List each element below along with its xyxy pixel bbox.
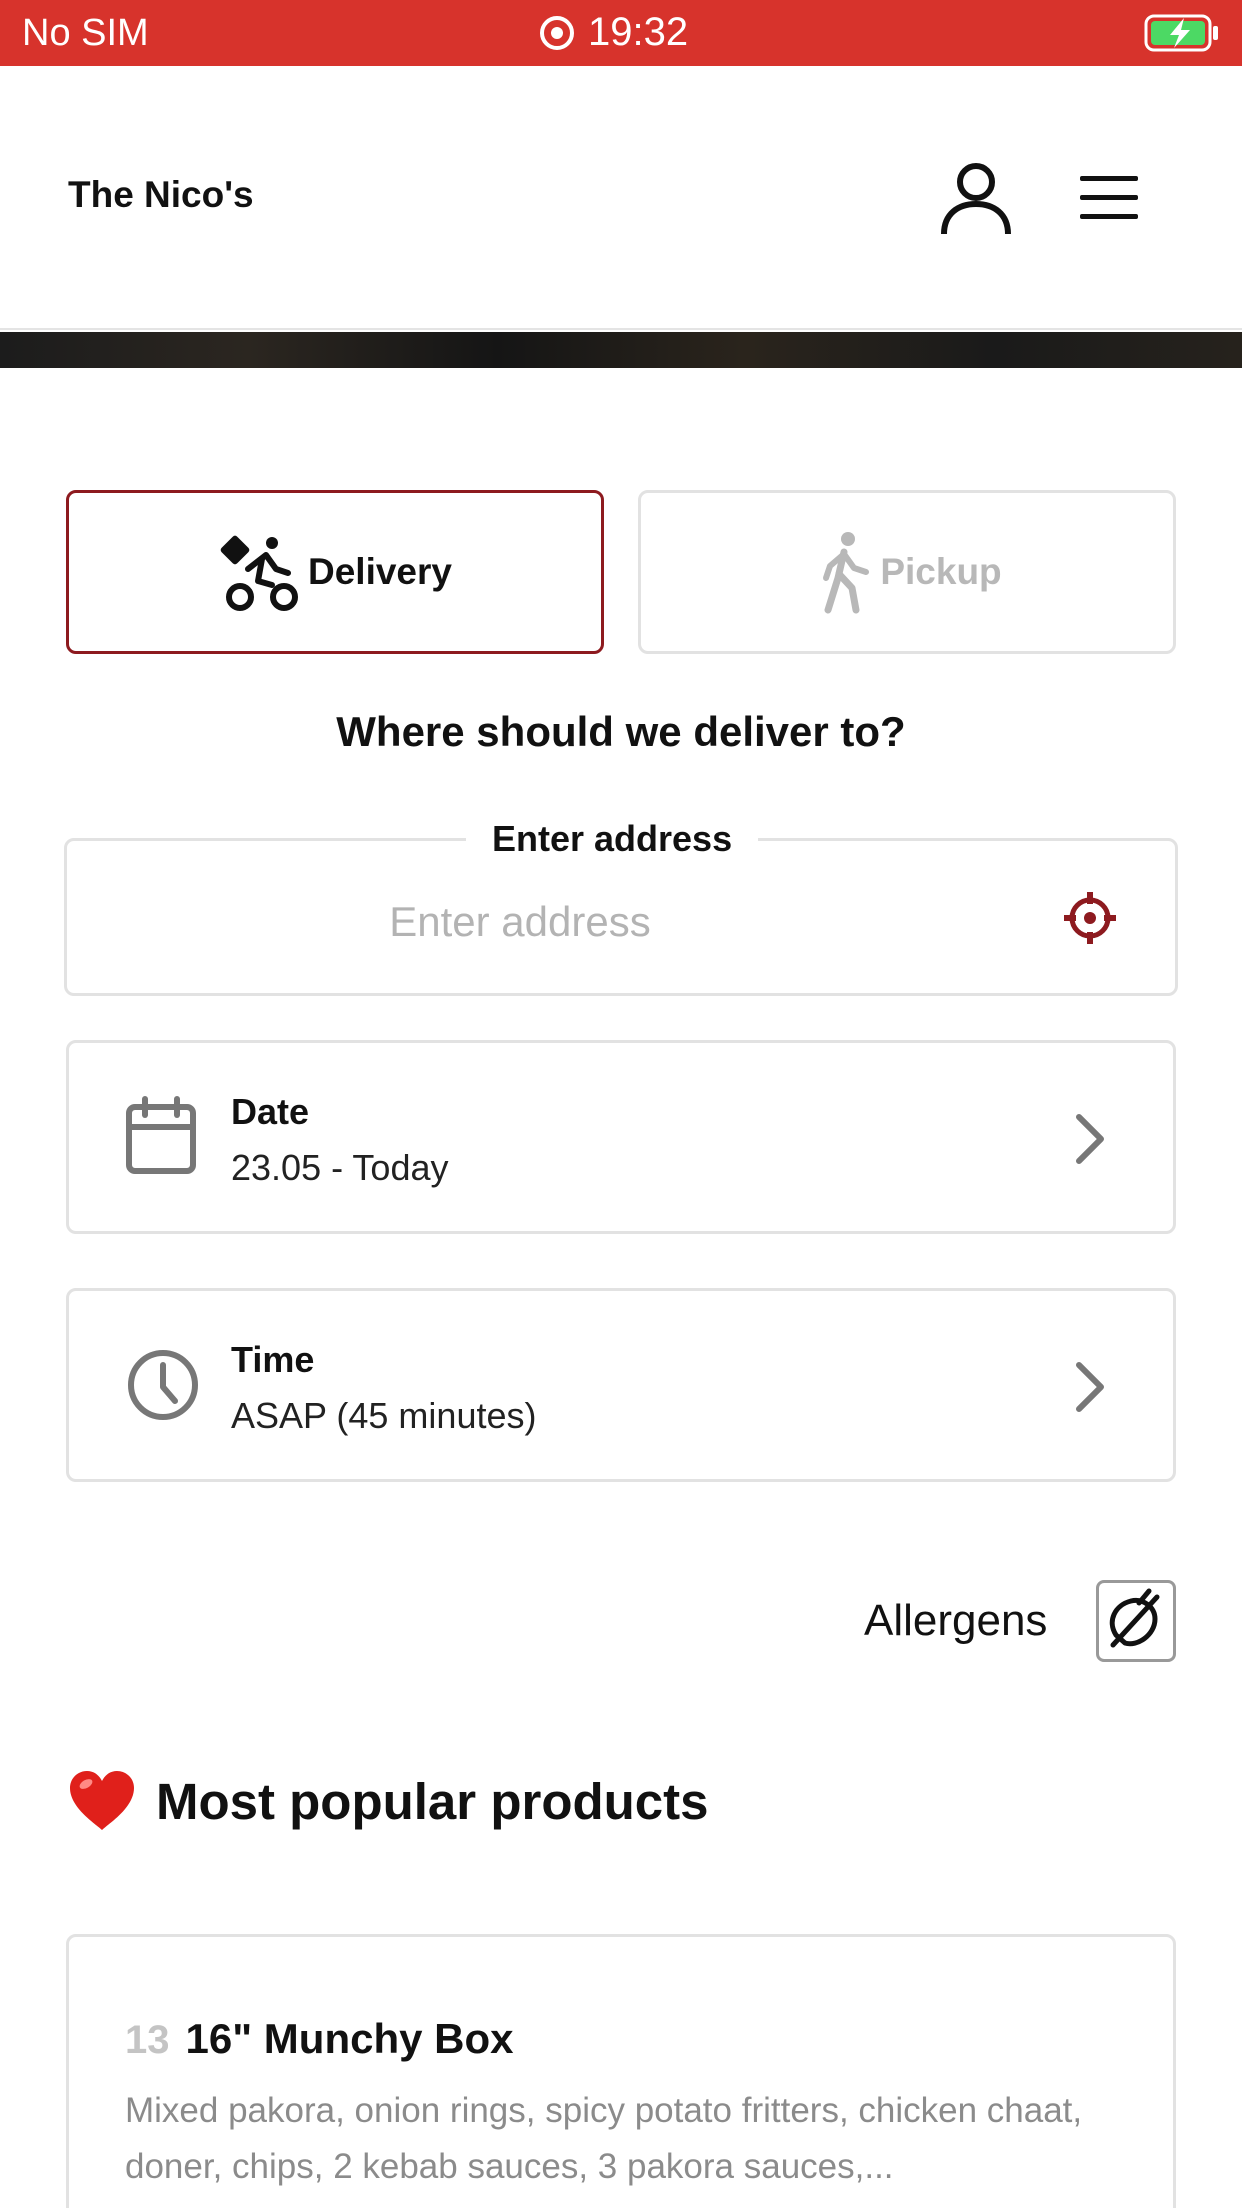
status-time: 19:32 xyxy=(588,10,689,54)
bicycle-courier-icon xyxy=(220,535,298,611)
time-value: ASAP (45 minutes) xyxy=(231,1395,537,1436)
allergen-nut-icon xyxy=(1109,1588,1160,1648)
product-number: 13 xyxy=(125,2018,170,2062)
time-selector[interactable]: Time ASAP (45 minutes) xyxy=(66,1288,1176,1482)
pickup-button[interactable]: Pickup xyxy=(638,490,1176,654)
carrier-label: No SIM xyxy=(22,12,149,54)
chevron-right-icon xyxy=(1076,1114,1104,1164)
delivery-question: Where should we deliver to? xyxy=(336,708,906,755)
popular-heading: Most popular products xyxy=(66,1768,708,1834)
walking-person-icon xyxy=(823,532,870,614)
hamburger-menu-icon[interactable] xyxy=(1074,172,1144,224)
allergens-button[interactable] xyxy=(1096,1580,1176,1662)
pickup-label: Pickup xyxy=(880,551,1002,592)
battery-charging-icon xyxy=(1144,14,1218,52)
product-card[interactable]: 13 16" Munchy Box Mixed pakora, onion ri… xyxy=(66,1934,1176,2208)
status-bar: No SIM 19:32 xyxy=(0,0,1242,66)
status-clock: 19:32 xyxy=(540,10,688,55)
delivery-label: Delivery xyxy=(308,551,452,592)
crosshair-icon[interactable] xyxy=(1062,890,1118,946)
user-icon[interactable] xyxy=(936,158,1016,238)
allergens-label[interactable]: Allergens xyxy=(864,1596,1047,1646)
address-input[interactable] xyxy=(100,892,940,952)
chevron-right-icon xyxy=(1076,1362,1104,1412)
brand-name[interactable]: The Nico's xyxy=(68,174,254,216)
date-title: Date xyxy=(231,1091,310,1132)
product-name: 16" Munchy Box xyxy=(185,2015,514,2062)
date-selector[interactable]: Date 23.05 - Today xyxy=(66,1040,1176,1234)
app-header: The Nico's xyxy=(0,66,1242,330)
address-legend: Enter address xyxy=(466,818,759,860)
calendar-icon xyxy=(126,1096,196,1174)
popular-heading-text: Most popular products xyxy=(156,1772,709,1830)
clock-icon xyxy=(128,1350,198,1420)
delivery-button[interactable]: Delivery xyxy=(66,490,604,654)
hero-image xyxy=(0,332,1242,368)
product-description: Mixed pakora, onion rings, spicy potato … xyxy=(125,2091,1083,2186)
date-value: 23.05 - Today xyxy=(231,1147,449,1188)
screen-recording-icon xyxy=(540,15,574,50)
product-title-row: 13 16" Munchy Box xyxy=(125,2015,513,2063)
time-title: Time xyxy=(231,1339,315,1380)
heart-icon xyxy=(70,1771,134,1830)
